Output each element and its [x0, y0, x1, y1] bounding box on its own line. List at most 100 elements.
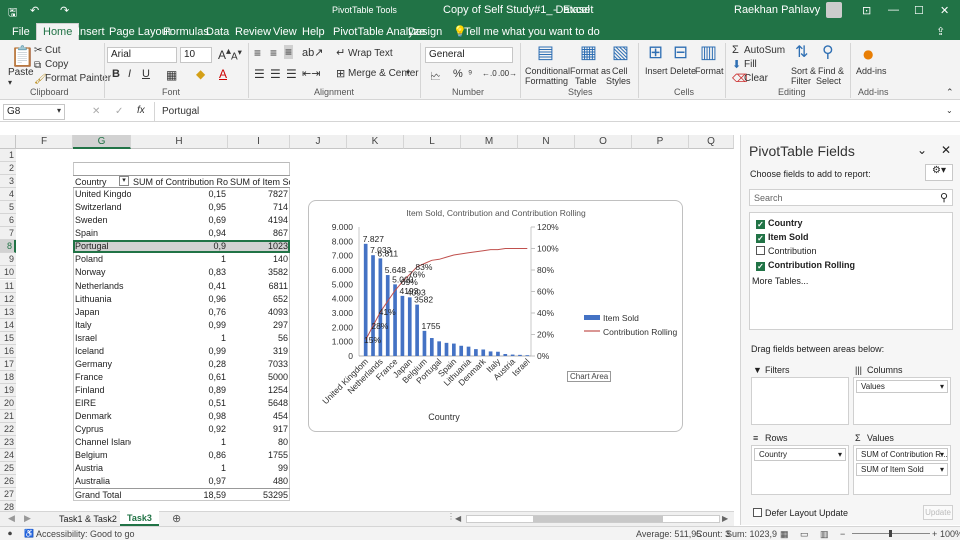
underline-button[interactable]: U	[142, 68, 150, 80]
number-format-box[interactable]: General	[425, 47, 513, 63]
cell-styles-button-2[interactable]: Styles	[606, 76, 631, 86]
bold-button[interactable]: B	[112, 68, 120, 80]
values-item[interactable]: SUM of Contribution R... ▾	[856, 448, 948, 461]
pivot-value[interactable]: 0,97	[131, 475, 228, 488]
grow-font-icon[interactable]: A▴	[218, 46, 231, 62]
panel-options-icon[interactable]: ⌄	[917, 143, 927, 157]
pivot-value[interactable]: 917	[228, 423, 290, 436]
pivot-value[interactable]: 0,92	[131, 423, 228, 436]
normal-view-icon[interactable]: ▦	[780, 529, 789, 540]
row-header[interactable]: 5	[0, 201, 16, 215]
column-header[interactable]: G	[73, 135, 131, 149]
select-all-corner[interactable]	[0, 135, 16, 149]
close-icon[interactable]: ✕	[940, 4, 949, 17]
format-painter-button[interactable]: Format Painter	[45, 73, 111, 84]
zoom-level[interactable]: 100%	[940, 529, 960, 539]
font-name-box[interactable]: Arial	[107, 47, 177, 63]
pivot-row-label[interactable]: Australia	[73, 475, 131, 488]
pivot-value[interactable]: 1	[131, 332, 228, 345]
orientation-icon[interactable]: ab↗	[302, 46, 323, 59]
pivot-value[interactable]: 80	[228, 436, 290, 449]
cut-button[interactable]: Cut	[45, 45, 61, 56]
copy-button[interactable]: Copy	[45, 59, 68, 70]
pivot-value[interactable]: 1755	[228, 449, 290, 462]
scroll-right-icon[interactable]: ▶	[722, 514, 728, 523]
expand-formula-icon[interactable]: ⌄	[946, 106, 953, 115]
cell-styles-button[interactable]: Cell	[612, 66, 628, 76]
pivot-row-label[interactable]: Norway	[73, 266, 131, 279]
row-header[interactable]: 13	[0, 305, 16, 319]
pivot-value[interactable]: 0,96	[131, 293, 228, 306]
field-item-sold[interactable]: ✓ Item Sold	[756, 231, 809, 243]
paste-button[interactable]: Paste	[8, 67, 34, 78]
row-header[interactable]: 11	[0, 279, 16, 293]
checkbox-icon[interactable]: ✓	[756, 220, 765, 229]
redo-icon[interactable]: ↷	[60, 4, 69, 17]
page-layout-view-icon[interactable]: ▭	[800, 529, 809, 540]
pivot-value[interactable]: 0,99	[131, 345, 228, 358]
pivot-value[interactable]: 0,98	[131, 410, 228, 423]
pivot-grand-total[interactable]: 53295	[228, 488, 290, 501]
formula-input[interactable]: Portugal	[162, 106, 199, 117]
pivot-value[interactable]: 714	[228, 201, 290, 214]
sheet-tab-task1-task2[interactable]: Task1 & Task2	[52, 512, 125, 526]
column-header[interactable]: Q	[689, 135, 734, 149]
checkbox-icon[interactable]	[753, 508, 762, 517]
pivot-row-label[interactable]: Spain	[73, 227, 131, 240]
pivot-value[interactable]: 3582	[228, 266, 290, 279]
pivot-row-label[interactable]: Poland	[73, 253, 131, 266]
font-color-icon[interactable]: A	[219, 67, 227, 81]
prev-sheet-icon[interactable]: ◀	[8, 513, 15, 524]
tell-me-search[interactable]: Tell me what you want to do	[458, 24, 606, 40]
pivot-value[interactable]: 0,51	[131, 397, 228, 410]
checkbox-icon[interactable]: ✓	[756, 262, 765, 271]
avatar[interactable]	[826, 2, 842, 18]
pivot-value[interactable]: 0,61	[131, 371, 228, 384]
minimize-icon[interactable]: —	[888, 4, 899, 16]
pivot-row-label[interactable]: EIRE	[73, 397, 131, 410]
align-top-icon[interactable]: ≡	[254, 46, 261, 60]
pivot-value[interactable]: 0,41	[131, 280, 228, 293]
pivot-row-label[interactable]: France	[73, 371, 131, 384]
pivot-row-label[interactable]: Germany	[73, 358, 131, 371]
row-header[interactable]: 21	[0, 410, 16, 423]
indent-icon[interactable]: ⇤⇥	[302, 67, 320, 80]
format-as-table-button-2[interactable]: Table	[575, 76, 597, 86]
row-header[interactable]: 1	[0, 149, 16, 162]
columns-area[interactable]: Values ▾	[853, 377, 951, 425]
percent-icon[interactable]: %	[453, 68, 463, 80]
field-contribution[interactable]: Contribution	[756, 245, 817, 257]
pivot-value[interactable]: 0,69	[131, 214, 228, 227]
tab-design[interactable]: Design	[402, 24, 448, 40]
pivot-value[interactable]: 56	[228, 332, 290, 345]
values-item[interactable]: SUM of Item Sold ▾	[856, 463, 948, 476]
checkbox-icon[interactable]	[756, 246, 765, 255]
more-tables-link[interactable]: More Tables...	[752, 275, 808, 287]
row-header[interactable]: 19	[0, 383, 16, 397]
column-header[interactable]: P	[632, 135, 689, 149]
sort-filter-button-2[interactable]: Filter	[791, 76, 811, 86]
pivot-row-label[interactable]: Netherlands	[73, 280, 131, 293]
align-bottom-icon[interactable]: ≡	[284, 45, 294, 59]
pivot-value[interactable]: 99	[228, 462, 290, 475]
pivot-header[interactable]: SUM of Contribution Rolling	[131, 175, 228, 189]
save-icon[interactable]: 🖫	[8, 4, 17, 23]
pivot-row-label[interactable]: Belgium	[73, 449, 131, 462]
pivot-row-label[interactable]: Denmark	[73, 410, 131, 423]
column-header[interactable]: F	[16, 135, 73, 149]
add-sheet-icon[interactable]: ⊕	[172, 512, 181, 525]
pivot-value[interactable]: 319	[228, 345, 290, 358]
rows-item[interactable]: Country ▾	[754, 448, 846, 461]
row-header[interactable]: 22	[0, 423, 16, 437]
collapse-ribbon-icon[interactable]: ⌃	[946, 87, 954, 98]
row-header[interactable]: 20	[0, 396, 16, 410]
field-country[interactable]: ✓ Country	[756, 217, 803, 229]
zoom-slider-thumb[interactable]	[889, 530, 892, 537]
page-break-view-icon[interactable]: ▥	[820, 529, 829, 540]
pivot-value[interactable]: 140	[228, 253, 290, 266]
column-header[interactable]: J	[290, 135, 347, 149]
find-select-button[interactable]: Find &	[818, 66, 844, 76]
pivot-value[interactable]: 1254	[228, 384, 290, 397]
pivot-row-label[interactable]: Cyprus	[73, 423, 131, 436]
field-search-box[interactable]: Search ⚲	[749, 189, 953, 206]
